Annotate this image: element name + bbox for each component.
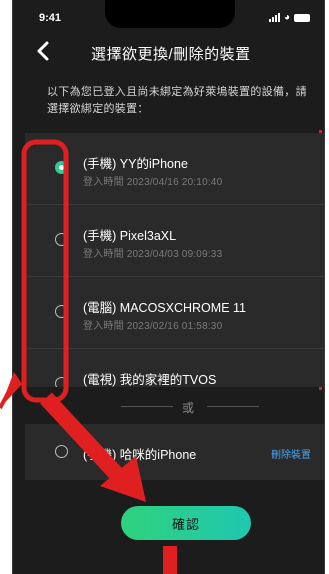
annotation-mark — [319, 387, 322, 390]
delete-device-link[interactable]: 刪除裝置 — [271, 446, 311, 461]
instruction-text: 以下為您已登入且尚未綁定為好萊塢裝置的設備，請選擇欲綁定的裝置： — [47, 86, 307, 115]
wifi-icon: ◕ — [283, 12, 290, 23]
radio-icon[interactable] — [55, 377, 68, 387]
device-name: (手機) Pixel3aXL — [83, 229, 177, 243]
or-divider: 或 — [25, 397, 324, 415]
battery-icon — [294, 13, 310, 22]
radio-selected-icon[interactable] — [55, 161, 68, 174]
device-name: (電視) 我的家裡的TVOS — [83, 373, 217, 387]
device-item-tvos[interactable]: (電視) 我的家裡的TVOS — [25, 349, 324, 387]
device-name: (電腦) MACOSXCHROME 11 — [83, 301, 246, 315]
device-item-macosxchrome[interactable]: (電腦) MACOSXCHROME 11 登入時間 2023/02/16 01:… — [25, 277, 324, 349]
status-bar: 9:41 ◕ — [13, 0, 324, 32]
device-login-time: 登入時間 2023/04/16 20:10:40 — [83, 177, 223, 188]
phone-screen: 9:41 ◕ 選擇欲更換/刪除的裝置 以下為您已登入且尚未綁定為好萊塢裝置的設備… — [12, 0, 325, 574]
or-text: 或 — [182, 401, 195, 415]
header: 選擇欲更換/刪除的裝置 — [13, 36, 324, 70]
device-login-time: 登入時間 2023/04/03 09:09:33 — [83, 249, 223, 260]
annotation-mark — [319, 130, 322, 133]
back-chevron-icon[interactable] — [33, 40, 55, 62]
confirm-button[interactable]: 確認 — [121, 506, 251, 540]
device-list: (手機) YY的iPhone 登入時間 2023/04/16 20:10:40 … — [25, 133, 324, 387]
status-icons: ◕ — [268, 12, 310, 23]
status-time: 9:41 — [39, 12, 62, 24]
bound-device-item[interactable]: (手機) 哈咪的iPhone 刪除裝置 — [25, 424, 324, 480]
divider-line — [207, 406, 259, 407]
radio-icon[interactable] — [55, 305, 68, 318]
device-name: (手機) 哈咪的iPhone — [83, 448, 197, 462]
signal-icon — [268, 13, 280, 22]
device-login-time: 登入時間 2023/02/16 01:58:30 — [83, 321, 223, 332]
divider-line — [121, 406, 173, 407]
radio-icon[interactable] — [55, 445, 68, 458]
device-item-yy-iphone[interactable]: (手機) YY的iPhone 登入時間 2023/04/16 20:10:40 — [25, 133, 324, 205]
radio-icon[interactable] — [55, 233, 68, 246]
device-item-pixel3axl[interactable]: (手機) Pixel3aXL 登入時間 2023/04/03 09:09:33 — [25, 205, 324, 277]
device-name: (手機) YY的iPhone — [83, 157, 188, 171]
page-title: 選擇欲更換/刪除的裝置 — [91, 46, 251, 63]
